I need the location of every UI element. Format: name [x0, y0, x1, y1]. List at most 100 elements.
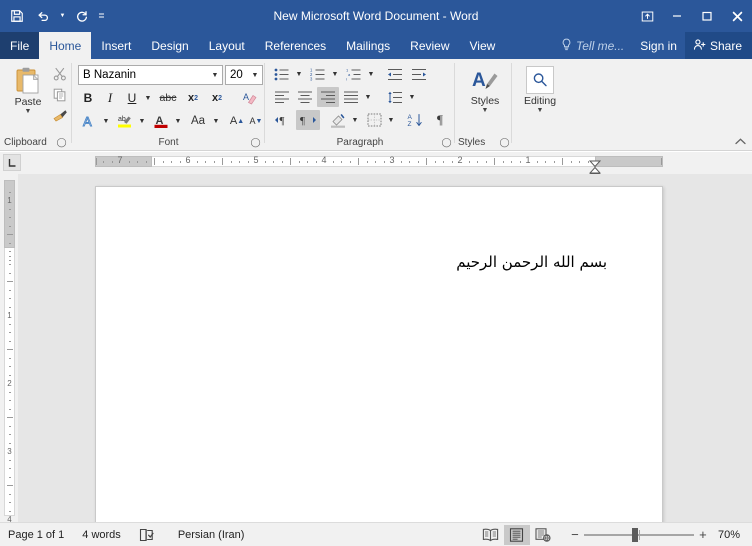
- tab-mailings[interactable]: Mailings: [336, 32, 400, 59]
- undo-dropdown[interactable]: ▼: [56, 3, 69, 29]
- styles-dialog-launcher[interactable]: ◯: [499, 137, 510, 148]
- multilevel-list-button[interactable]: 1 a i: [343, 64, 365, 84]
- bullets-dropdown[interactable]: ▼: [293, 64, 305, 84]
- editing-button[interactable]: Editing ▼: [518, 64, 562, 122]
- format-painter-button[interactable]: [50, 106, 70, 125]
- document-page[interactable]: بسم الله الرحمن الرحیم: [95, 186, 663, 522]
- page-count-status[interactable]: Page 1 of 1: [2, 525, 70, 545]
- print-layout-button[interactable]: [503, 524, 530, 545]
- tab-references[interactable]: References: [255, 32, 336, 59]
- rtl-text-direction-button[interactable]: ¶: [296, 110, 320, 130]
- subscript-button[interactable]: x2: [182, 88, 204, 108]
- strikethrough-button[interactable]: abc: [156, 88, 180, 108]
- justify-button[interactable]: [340, 87, 362, 107]
- editing-dropdown-caret[interactable]: ▼: [537, 107, 544, 114]
- align-center-button[interactable]: [294, 87, 316, 107]
- font-size-combo[interactable]: 20 ▼: [225, 65, 263, 85]
- change-case-button[interactable]: Aa: [186, 111, 210, 131]
- align-left-button[interactable]: [271, 87, 293, 107]
- font-color-button[interactable]: A: [150, 111, 172, 131]
- proofing-status[interactable]: [133, 525, 160, 545]
- justify-dropdown[interactable]: ▼: [362, 87, 374, 107]
- font-name-value[interactable]: B Nazanin: [79, 69, 208, 81]
- zoom-out-button[interactable]: −: [566, 525, 584, 545]
- zoom-in-button[interactable]: +: [694, 525, 712, 545]
- grow-font-button[interactable]: A ▲: [228, 111, 246, 131]
- text-effects-dropdown[interactable]: ▼: [100, 111, 112, 131]
- font-color-dropdown[interactable]: ▼: [172, 111, 184, 131]
- redo-button[interactable]: [69, 3, 95, 29]
- zoom-level-label[interactable]: 70%: [712, 525, 746, 545]
- minimize-button[interactable]: [662, 0, 692, 32]
- customize-qat-button[interactable]: ≣: [95, 3, 108, 29]
- tab-review[interactable]: Review: [400, 32, 459, 59]
- tab-design[interactable]: Design: [141, 32, 198, 59]
- shrink-font-button[interactable]: A ▼: [247, 111, 265, 131]
- ribbon-display-options-button[interactable]: [632, 0, 662, 32]
- styles-dropdown-caret[interactable]: ▼: [482, 107, 489, 114]
- paragraph-dialog-launcher[interactable]: ◯: [441, 137, 452, 148]
- read-mode-button[interactable]: [478, 525, 504, 545]
- line-spacing-dropdown[interactable]: ▼: [406, 87, 418, 107]
- web-layout-button[interactable]: [530, 525, 556, 545]
- change-case-dropdown[interactable]: ▼: [210, 111, 222, 131]
- zoom-slider[interactable]: [583, 525, 694, 545]
- tell-me-box[interactable]: Tell me...: [553, 32, 632, 59]
- share-button[interactable]: Share: [684, 32, 752, 59]
- font-size-dropdown-arrow[interactable]: ▼: [248, 66, 262, 84]
- paste-dropdown-caret[interactable]: ▼: [25, 108, 32, 115]
- sign-in-button[interactable]: Sign in: [632, 32, 685, 59]
- tab-layout[interactable]: Layout: [199, 32, 255, 59]
- underline-button[interactable]: U: [122, 88, 142, 108]
- tab-view[interactable]: View: [460, 32, 506, 59]
- show-formatting-marks-button[interactable]: ¶: [429, 110, 451, 130]
- cut-button[interactable]: [50, 64, 70, 83]
- tab-insert[interactable]: Insert: [91, 32, 141, 59]
- font-name-combo[interactable]: B Nazanin ▼: [78, 65, 223, 85]
- shading-dropdown[interactable]: ▼: [349, 110, 361, 130]
- zoom-slider-thumb[interactable]: [632, 527, 639, 542]
- styles-button[interactable]: A Styles ▼: [463, 64, 507, 122]
- paste-button[interactable]: Paste ▼: [6, 63, 50, 121]
- text-highlight-dropdown[interactable]: ▼: [136, 111, 148, 131]
- document-canvas[interactable]: بسم الله الرحمن الرحیم: [18, 174, 752, 522]
- maximize-button[interactable]: [692, 0, 722, 32]
- clipboard-dialog-launcher[interactable]: ◯: [56, 137, 67, 148]
- bullets-button[interactable]: [271, 64, 293, 84]
- font-dialog-launcher[interactable]: ◯: [250, 137, 261, 148]
- borders-dropdown[interactable]: ▼: [385, 110, 397, 130]
- text-highlight-button[interactable]: ab: [114, 111, 136, 131]
- font-size-value[interactable]: 20: [226, 69, 248, 81]
- underline-dropdown[interactable]: ▼: [142, 88, 154, 108]
- collapse-ribbon-button[interactable]: [732, 134, 748, 148]
- ruler-tick: [383, 161, 385, 163]
- document-body-text[interactable]: بسم الله الرحمن الرحیم: [167, 251, 607, 274]
- numbering-dropdown[interactable]: ▼: [329, 64, 341, 84]
- tab-stop-selector[interactable]: [3, 154, 21, 171]
- language-status[interactable]: Persian (Iran): [172, 525, 251, 545]
- decrease-indent-button[interactable]: [384, 64, 406, 84]
- undo-button[interactable]: [30, 3, 56, 29]
- copy-button[interactable]: [50, 85, 70, 104]
- ruler-tick: [451, 161, 453, 163]
- font-name-dropdown-arrow[interactable]: ▼: [208, 66, 222, 84]
- numbering-button[interactable]: 1 2 3: [307, 64, 329, 84]
- clear-formatting-button[interactable]: A: [238, 88, 262, 108]
- shading-button[interactable]: [327, 110, 349, 130]
- sort-button[interactable]: A Z: [404, 110, 426, 130]
- multilevel-list-dropdown[interactable]: ▼: [365, 64, 377, 84]
- bold-button[interactable]: B: [78, 88, 98, 108]
- text-effects-button[interactable]: A: [78, 111, 100, 131]
- align-right-button[interactable]: [317, 87, 339, 107]
- borders-button[interactable]: [363, 110, 385, 130]
- save-button[interactable]: [4, 3, 30, 29]
- tab-home[interactable]: Home: [39, 32, 92, 59]
- increase-indent-button[interactable]: [408, 64, 430, 84]
- italic-button[interactable]: I: [100, 88, 120, 108]
- line-spacing-button[interactable]: [384, 87, 406, 107]
- ltr-text-direction-button[interactable]: ¶: [271, 110, 295, 130]
- superscript-button[interactable]: x2: [206, 88, 228, 108]
- word-count-status[interactable]: 4 words: [76, 525, 127, 545]
- close-button[interactable]: [722, 0, 752, 32]
- tab-file[interactable]: File: [0, 32, 40, 59]
